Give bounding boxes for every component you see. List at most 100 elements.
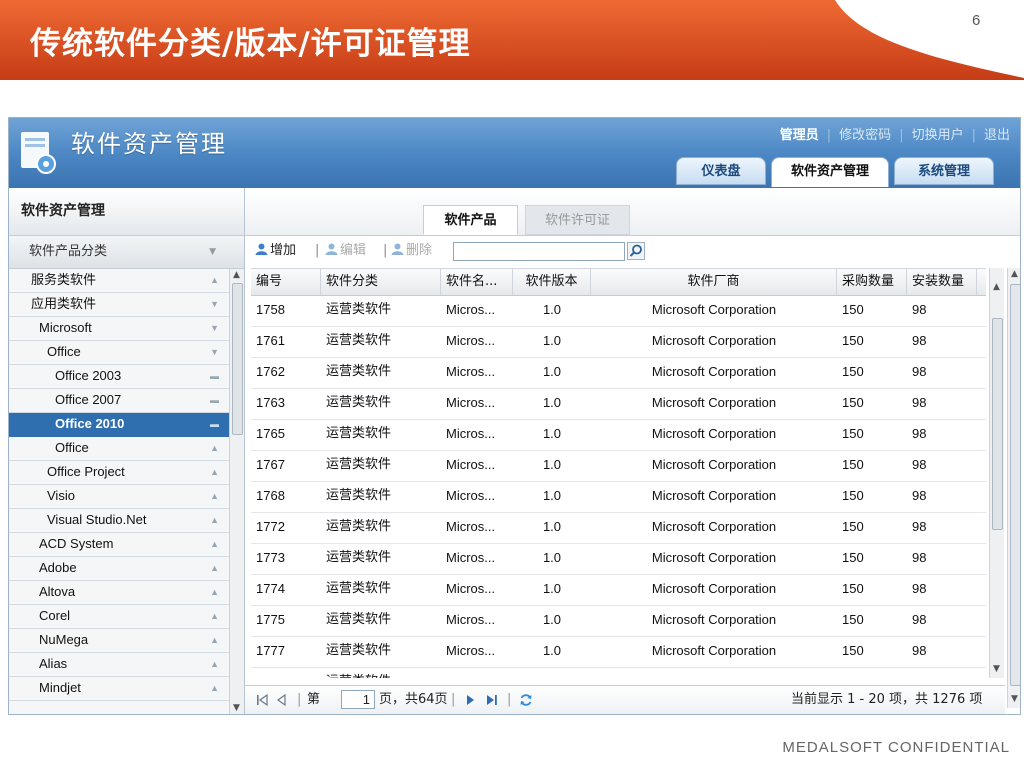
expand-toggle-icon[interactable]: ▬	[210, 365, 219, 387]
table-cell: Micros...	[446, 364, 496, 379]
tree-item[interactable]: Office ▼	[9, 341, 229, 365]
table-cell: Micros...	[446, 581, 496, 596]
tree-item[interactable]: Office 2003 ▬	[9, 365, 229, 389]
tab-software-product[interactable]: 软件产品	[423, 205, 518, 235]
expand-toggle-icon[interactable]: ▲	[210, 605, 219, 627]
tab-system-management[interactable]: 系统管理	[894, 157, 994, 185]
content-scrollbar[interactable]: ▲ ▼	[1007, 268, 1020, 708]
collapse-icon[interactable]: ▼	[209, 236, 216, 268]
table-cell: Microsoft Corporation	[651, 488, 777, 503]
column-header[interactable]: 软件分类	[321, 269, 441, 295]
tree-item[interactable]: Visio ▲	[9, 485, 229, 509]
expand-toggle-icon[interactable]: ▲	[210, 557, 219, 579]
next-page-icon[interactable]	[463, 693, 477, 707]
table-row[interactable]: 1763 运营类软件 Micros... 1.0 Microsoft Corporati…	[251, 388, 986, 420]
expand-toggle-icon[interactable]: ▼	[210, 341, 219, 363]
expand-toggle-icon[interactable]: ▼	[210, 317, 219, 339]
table-row[interactable]: 1758 运营类软件 Micros... 1.0 Microsoft Corporati…	[251, 295, 986, 327]
table-row[interactable]: 1777 运营类软件 Micros... 1.0 Microsoft Corporati…	[251, 636, 986, 668]
table-row[interactable]: 1775 运营类软件 Micros... 1.0 Microsoft Corporati…	[251, 605, 986, 637]
scroll-up-icon[interactable]: ▲	[1011, 269, 1018, 279]
footer-confidential: MEDALSOFT CONFIDENTIAL	[782, 739, 1010, 756]
expand-toggle-icon[interactable]: ▲	[210, 533, 219, 555]
table-row[interactable]: 1765 运营类软件 Micros... 1.0 Microsoft Corporati…	[251, 419, 986, 451]
expand-toggle-icon[interactable]: ▼	[210, 293, 219, 315]
expand-toggle-icon[interactable]: ▲	[210, 437, 219, 459]
tree-item[interactable]: NuMega ▲	[9, 629, 229, 653]
tree-item[interactable]: Office 2010 ▬	[9, 413, 229, 437]
table-row[interactable]: 1767 运营类软件 Micros... 1.0 Microsoft Corporati…	[251, 450, 986, 482]
table-cell: Microsoft Corporation	[651, 612, 777, 627]
table-row[interactable]: 1762 运营类软件 Micros... 1.0 Microsoft Corporati…	[251, 357, 986, 389]
table-cell: 运营类软件	[326, 457, 392, 472]
grid-scroll-thumb[interactable]	[992, 318, 1003, 530]
expand-toggle-icon[interactable]: ▲	[210, 653, 219, 675]
column-header[interactable]: 采购数量	[837, 269, 907, 295]
expand-toggle-icon[interactable]: ▲	[210, 485, 219, 507]
prev-page-icon[interactable]	[275, 693, 289, 707]
last-page-icon[interactable]	[485, 693, 499, 707]
sidebar-section-header[interactable]: 软件产品分类 ▼	[9, 236, 244, 269]
tab-software-asset[interactable]: 软件资产管理	[771, 157, 889, 187]
scroll-down-icon[interactable]: ▼	[993, 664, 1000, 674]
table-cell	[251, 667, 321, 678]
tree-item[interactable]: ACD System ▲	[9, 533, 229, 557]
tree-item[interactable]: Office 2007 ▬	[9, 389, 229, 413]
expand-toggle-icon[interactable]: ▬	[210, 413, 219, 435]
edit-button[interactable]: 编辑	[325, 236, 366, 266]
tree-item[interactable]: Alias ▲	[9, 653, 229, 677]
tab-dashboard[interactable]: 仪表盘	[676, 157, 766, 185]
sidebar-scroll-thumb[interactable]	[232, 283, 243, 435]
tab-software-license[interactable]: 软件许可证	[525, 205, 630, 235]
table-row[interactable]: 1773 运营类软件 Micros... 1.0 Microsoft Corporati…	[251, 543, 986, 575]
sidebar-scrollbar[interactable]: ▲ ▼	[229, 269, 244, 714]
table-cell: Micros...	[446, 550, 496, 565]
tree-item[interactable]: 应用类软件 ▼	[9, 293, 229, 317]
scroll-down-icon[interactable]: ▼	[1011, 694, 1018, 704]
tree-item[interactable]: Office ▲	[9, 437, 229, 461]
column-header[interactable]: 安装数量	[907, 269, 977, 295]
column-header[interactable]: 软件版本	[513, 269, 591, 295]
expand-toggle-icon[interactable]: ▲	[210, 461, 219, 483]
table-row[interactable]: 1761 运营类软件 Micros... 1.0 Microsoft Corporati…	[251, 326, 986, 358]
scroll-down-icon[interactable]: ▼	[233, 703, 240, 713]
table-row[interactable]: 1774 运营类软件 Micros... 1.0 Microsoft Corporati…	[251, 574, 986, 606]
expand-toggle-icon[interactable]: ▲	[210, 581, 219, 603]
tree-item[interactable]: Adobe ▲	[9, 557, 229, 581]
grid-scrollbar[interactable]: ▲ ▼	[989, 268, 1004, 678]
delete-button[interactable]: 删除	[391, 236, 432, 266]
tree-item[interactable]: Corel ▲	[9, 605, 229, 629]
tree-item-label: 服务类软件	[31, 272, 97, 287]
tree-item[interactable]: Visual Studio.Net ▲	[9, 509, 229, 533]
add-button[interactable]: 增加	[255, 236, 296, 266]
tree-item[interactable]: 服务类软件 ▲	[9, 269, 229, 293]
tree-item[interactable]: Microsoft ▼	[9, 317, 229, 341]
tree-item[interactable]: Office Project ▲	[9, 461, 229, 485]
logout-link[interactable]: 退出	[984, 128, 1010, 143]
table-row[interactable]: 1772 运营类软件 Micros... 1.0 Microsoft Corporati…	[251, 512, 986, 544]
column-header[interactable]: 软件名...	[441, 269, 513, 295]
page-number-input[interactable]: 1	[341, 690, 375, 709]
first-page-icon[interactable]	[255, 693, 269, 707]
column-header[interactable]: 编号	[251, 269, 321, 295]
tree-item[interactable]: Mindjet ▲	[9, 677, 229, 701]
scroll-up-icon[interactable]: ▲	[233, 270, 240, 280]
expand-toggle-icon[interactable]: ▲	[210, 677, 219, 699]
scroll-up-icon[interactable]: ▲	[993, 282, 1000, 292]
column-header[interactable]: 软件厂商	[591, 269, 837, 295]
expand-toggle-icon[interactable]: ▬	[210, 389, 219, 411]
expand-toggle-icon[interactable]: ▲	[210, 269, 219, 291]
table-cell	[441, 667, 513, 678]
refresh-icon[interactable]	[519, 693, 533, 707]
tree-item[interactable]: Altova ▲	[9, 581, 229, 605]
search-icon[interactable]	[627, 242, 645, 260]
table-row[interactable]: 1768 运营类软件 Micros... 1.0 Microsoft Corporati…	[251, 481, 986, 513]
expand-toggle-icon[interactable]: ▲	[210, 509, 219, 531]
switch-user-link[interactable]: 切换用户	[912, 128, 964, 143]
change-password-link[interactable]: 修改密码	[839, 128, 891, 143]
table-cell: 1761	[256, 333, 285, 348]
content-scroll-thumb[interactable]	[1010, 284, 1020, 686]
expand-toggle-icon[interactable]: ▲	[210, 629, 219, 651]
table-row[interactable]: 运营类软件	[251, 667, 986, 678]
search-input[interactable]	[453, 242, 625, 261]
